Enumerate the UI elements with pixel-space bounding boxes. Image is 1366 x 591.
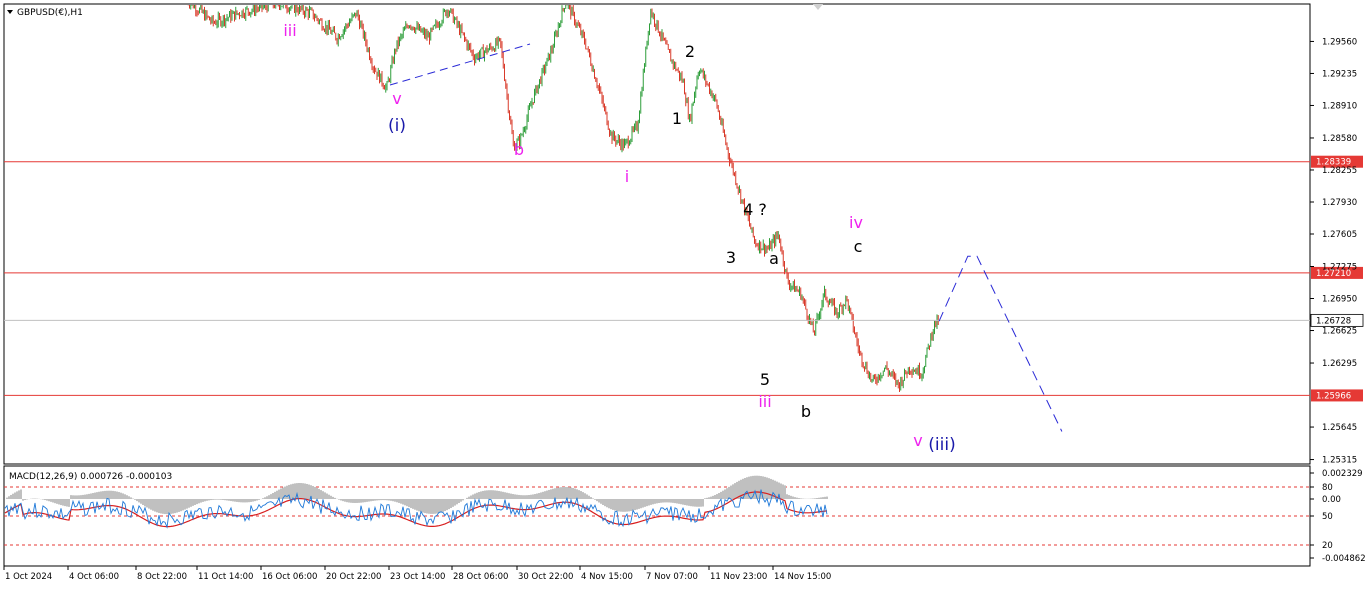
wave-label: v	[913, 431, 922, 450]
price-tick-label: 1.26625	[1322, 327, 1357, 337]
time-tick-label: 20 Oct 22:00	[326, 572, 381, 582]
wave-label: v	[392, 89, 401, 108]
price-tick-label: 1.25315	[1322, 456, 1357, 466]
wave-label: a	[769, 249, 779, 268]
price-tick-label: 1.26950	[1322, 295, 1357, 305]
time-tick-label: 4 Nov 15:00	[581, 572, 633, 582]
price-tick-label: 1.28255	[1322, 166, 1357, 176]
wave-label: 2	[685, 42, 695, 61]
macd-legend: MACD(12,26,9) 0.000726 -0.000103	[9, 472, 172, 482]
price-tick-label: 1.25645	[1322, 423, 1357, 433]
time-tick-label: 23 Oct 14:00	[390, 572, 445, 582]
time-tick-label: 28 Oct 06:00	[453, 572, 508, 582]
time-tick-label: 8 Oct 22:00	[137, 572, 187, 582]
wave-label: iii	[758, 392, 771, 411]
macd-tick-label: 80	[1322, 483, 1333, 493]
level-price-label: 1.25966	[1316, 391, 1351, 401]
wave-label: iii	[283, 21, 296, 40]
wave-label: i	[625, 167, 629, 186]
wave-label: (iii)	[928, 435, 955, 455]
wave-label: (i)	[388, 116, 406, 136]
chart-window[interactable]: 1.28339 1.27210 1.25966 1.26728 iii v (i) b i 2 1…	[0, 0, 1366, 588]
time-tick-label: 14 Nov 15:00	[774, 572, 831, 582]
time-axis[interactable]: 1 Oct 2024 4 Oct 06:00 8 Oct 22:00 11 Oct 1…	[3, 566, 831, 582]
macd-tick-label: 50	[1322, 512, 1333, 522]
time-tick-label: 11 Nov 23:00	[710, 572, 767, 582]
wave-label: b	[514, 140, 524, 159]
time-tick-label: 4 Oct 06:00	[69, 572, 119, 582]
wave-label: c	[854, 237, 863, 256]
time-tick-label: 1 Oct 2024	[5, 572, 52, 582]
price-tick-label: 1.26295	[1322, 359, 1357, 369]
wave-label: 1	[672, 109, 682, 128]
wave-label: 5	[760, 370, 770, 389]
time-tick-label: 30 Oct 22:00	[518, 572, 573, 582]
macd-tick-label: 0.002329	[1322, 469, 1363, 479]
chart-canvas[interactable]: 1.283391.272101.259661.26728 iiiv(i)bi21…	[0, 0, 1366, 588]
wave-label: iv	[849, 213, 863, 232]
wave-label: 3	[726, 248, 736, 267]
current-price-label: 1.26728	[1316, 316, 1351, 326]
symbol-label: GBPUSD(€),H1	[17, 8, 83, 18]
time-tick-label: 11 Oct 14:00	[198, 572, 253, 582]
wave-label: 4 ?	[743, 200, 767, 219]
macd-tick-label: -0.004862	[1322, 554, 1366, 564]
macd-tick-label: 0.00	[1322, 495, 1341, 505]
macd-tick-label: 20	[1322, 541, 1333, 551]
wave-label: b	[801, 402, 811, 421]
price-tick-label: 1.28580	[1322, 134, 1357, 144]
price-tick-label: 1.27930	[1322, 198, 1357, 208]
price-tick-label: 1.27275	[1322, 263, 1357, 273]
price-tick-label: 1.29235	[1322, 69, 1357, 79]
price-tick-label: 1.28910	[1322, 101, 1357, 111]
price-tick-label: 1.29560	[1322, 37, 1357, 47]
price-tick-label: 1.27605	[1322, 230, 1357, 240]
time-tick-label: 7 Nov 07:00	[646, 572, 698, 582]
time-tick-label: 16 Oct 06:00	[262, 572, 317, 582]
